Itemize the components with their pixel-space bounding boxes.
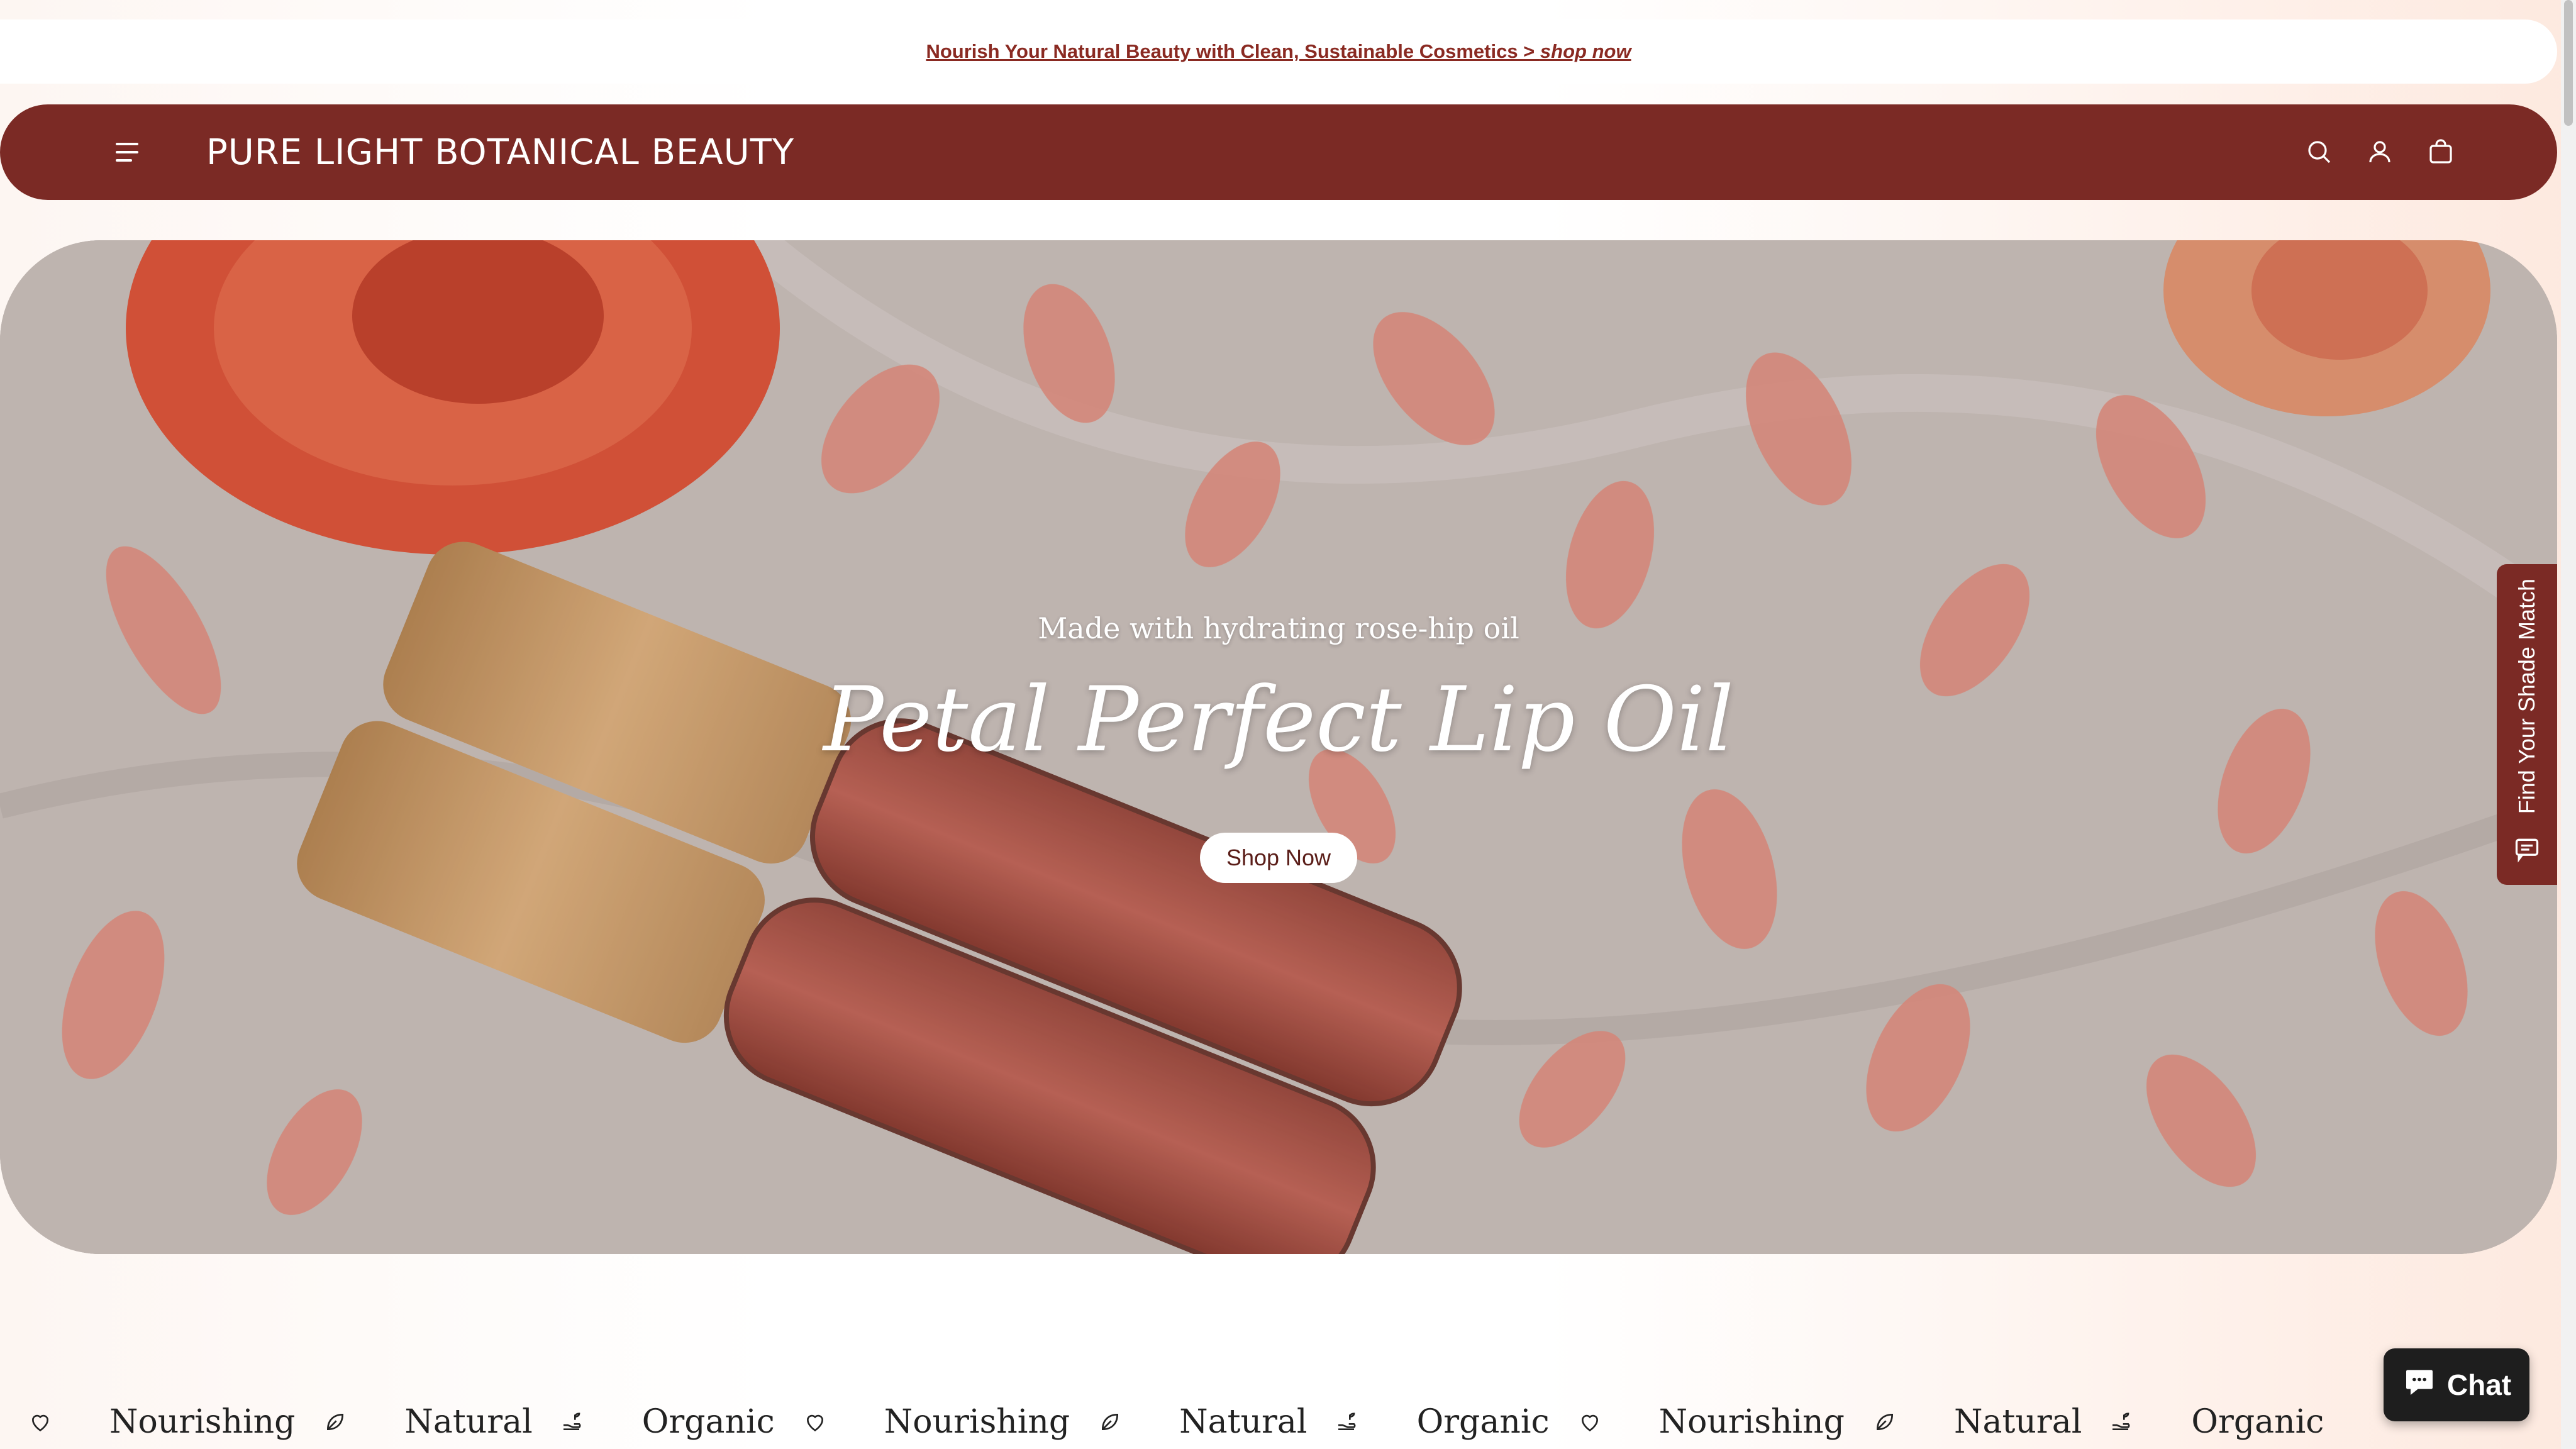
hand-sprout-icon <box>560 1409 586 1435</box>
chat-bubble-icon <box>2513 835 2541 866</box>
marquee-word: Nourishing <box>1658 1403 1845 1441</box>
hero-title: Petal Perfect Lip Oil <box>823 668 1734 772</box>
marquee-word: Natural <box>404 1403 533 1441</box>
hero-subtitle: Made with hydrating rose-hip oil <box>1038 611 1519 645</box>
marquee-word: Nourishing <box>109 1403 296 1441</box>
chat-icon <box>2402 1364 2437 1406</box>
marquee-item: Nourishing <box>775 1403 1070 1441</box>
features-marquee: Nourishing Natural Organic Nourishing Natura… <box>0 1395 2576 1449</box>
marquee-word: Organic <box>641 1403 775 1441</box>
chat-button[interactable]: Chat <box>2384 1348 2529 1421</box>
announcement-bar: Nourish Your Natural Beauty with Clean, … <box>0 19 2557 84</box>
marquee-word: Natural <box>1179 1403 1307 1441</box>
marquee-word: Organic <box>2191 1403 2324 1441</box>
announcement-link[interactable]: Nourish Your Natural Beauty with Clean, … <box>926 40 1631 63</box>
marquee-word: Organic <box>1416 1403 1550 1441</box>
shade-tab-label: Find Your Shade Match <box>2514 578 2540 814</box>
marquee-item: Nourishing <box>0 1403 295 1441</box>
shop-now-button[interactable]: Shop Now <box>1200 833 1357 883</box>
announcement-text: Nourish Your Natural Beauty with Clean, … <box>926 40 1540 62</box>
leaf-icon <box>1097 1409 1123 1435</box>
menu-icon[interactable] <box>112 139 142 165</box>
announcement-link-text: shop now <box>1540 40 1631 62</box>
leaf-icon <box>1872 1409 1897 1435</box>
marquee-item: Nourishing <box>1550 1403 1845 1441</box>
marquee-word: Natural <box>1953 1403 2082 1441</box>
heart-icon <box>1577 1409 1602 1435</box>
chat-label: Chat <box>2446 1368 2512 1401</box>
heart-icon <box>28 1409 53 1435</box>
search-icon[interactable] <box>2304 137 2334 167</box>
marquee-item: Organic <box>1307 1403 1550 1441</box>
cart-icon[interactable] <box>2426 137 2456 167</box>
account-icon[interactable] <box>2365 137 2395 167</box>
heart-icon <box>802 1409 828 1435</box>
find-shade-match-tab[interactable]: Find Your Shade Match <box>2497 564 2557 885</box>
leaf-icon <box>323 1409 348 1435</box>
marquee-item: Organic <box>533 1403 775 1441</box>
site-logo[interactable]: PURE LIGHT BOTANICAL BEAUTY <box>206 132 794 173</box>
marquee-item: Organic <box>2082 1403 2324 1441</box>
marquee-item: Natural <box>1070 1403 1307 1441</box>
marquee-word: Nourishing <box>884 1403 1070 1441</box>
marquee-item: Natural <box>1845 1403 2082 1441</box>
hero-banner: Made with hydrating rose-hip oil Petal P… <box>0 240 2557 1254</box>
hand-sprout-icon <box>2109 1409 2135 1435</box>
page-scrollbar[interactable] <box>2561 0 2576 1449</box>
site-header: PURE LIGHT BOTANICAL BEAUTY <box>0 104 2557 200</box>
marquee-item: Natural <box>295 1403 533 1441</box>
hand-sprout-icon <box>1335 1409 1360 1435</box>
